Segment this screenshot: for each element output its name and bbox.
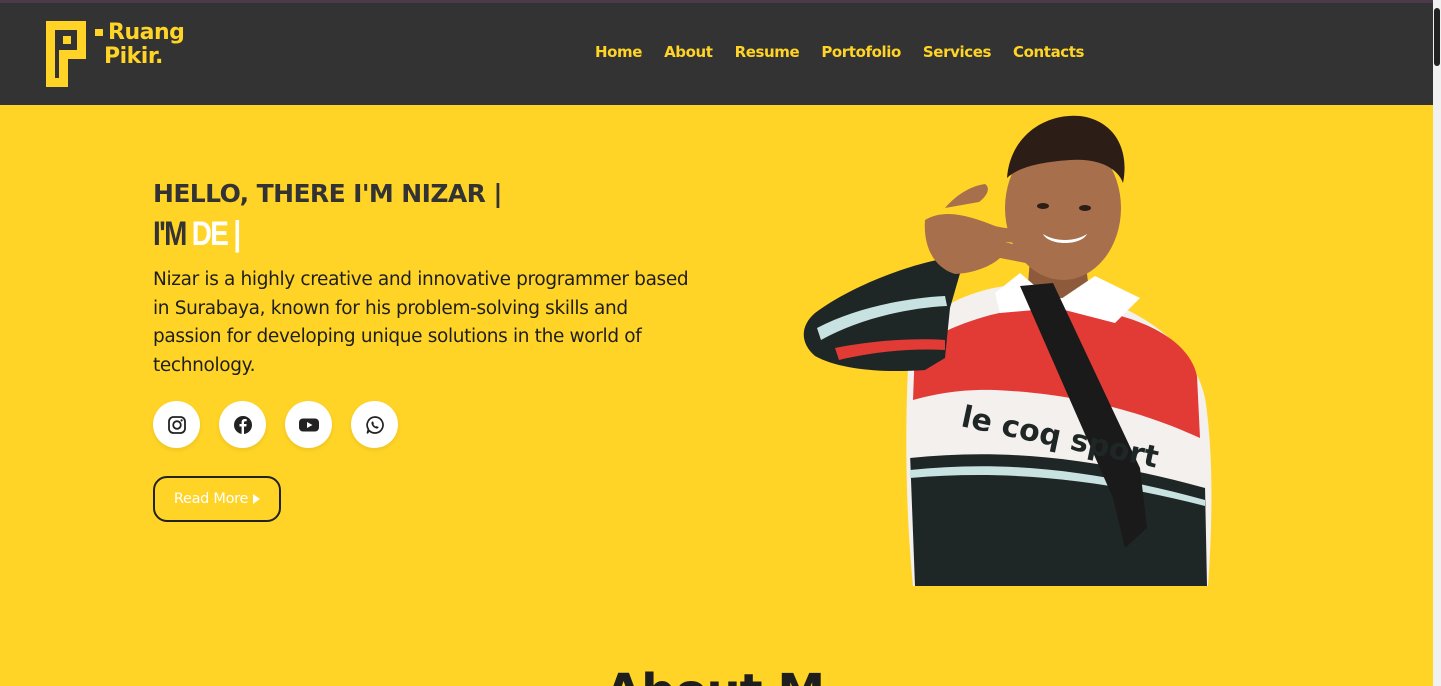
read-more-label: Read More (173, 491, 249, 507)
facebook-icon (233, 415, 252, 434)
nav-portofolio[interactable]: Portofolio (821, 43, 901, 61)
logo-dot (95, 29, 103, 36)
logo-mark-icon (46, 21, 86, 87)
nav-services[interactable]: Services (923, 43, 991, 61)
brand-name-line2: Pikir. (104, 44, 163, 69)
nav-about[interactable]: About (664, 43, 713, 61)
typed-prefix: I'M (153, 215, 187, 253)
hero-intro: HELLO, THERE I'M NIZAR | I'M DE | Nizar … (153, 178, 713, 380)
about-section-heading: About M (605, 668, 825, 686)
scrollbar-thumb[interactable] (1434, 8, 1440, 66)
typed-word: DE (191, 215, 229, 253)
brand-name-line1: Ruang (108, 20, 185, 45)
typed-role: I'M DE | (153, 216, 612, 252)
profile-photo: le coq sport (803, 115, 1212, 586)
page-scrollbar[interactable] (1433, 0, 1441, 686)
youtube-button[interactable] (285, 401, 332, 448)
hero-bio: Nizar is a highly creative and innovativ… (153, 269, 689, 376)
whatsapp-button[interactable] (351, 401, 398, 448)
read-more-button[interactable]: Read More (153, 476, 281, 522)
hero-greeting: HELLO, THERE I'M NIZAR | (153, 179, 502, 208)
facebook-button[interactable] (219, 401, 266, 448)
social-links (153, 401, 398, 448)
caret-right-icon (253, 494, 261, 504)
instagram-icon (167, 415, 186, 434)
whatsapp-icon (365, 415, 384, 434)
main-nav: Home About Resume Portofolio Services Co… (595, 43, 1084, 61)
instagram-button[interactable] (153, 401, 200, 448)
youtube-icon (298, 418, 319, 431)
nav-home[interactable]: Home (595, 43, 642, 61)
navbar: Ruang Pikir. Home About Resume Portofoli… (0, 3, 1433, 105)
nav-contacts[interactable]: Contacts (1013, 43, 1084, 61)
nav-resume[interactable]: Resume (735, 43, 800, 61)
brand-logo[interactable]: Ruang Pikir. (46, 21, 206, 89)
typed-cursor: | (233, 215, 241, 253)
brand-name: Ruang Pikir. (104, 20, 185, 69)
